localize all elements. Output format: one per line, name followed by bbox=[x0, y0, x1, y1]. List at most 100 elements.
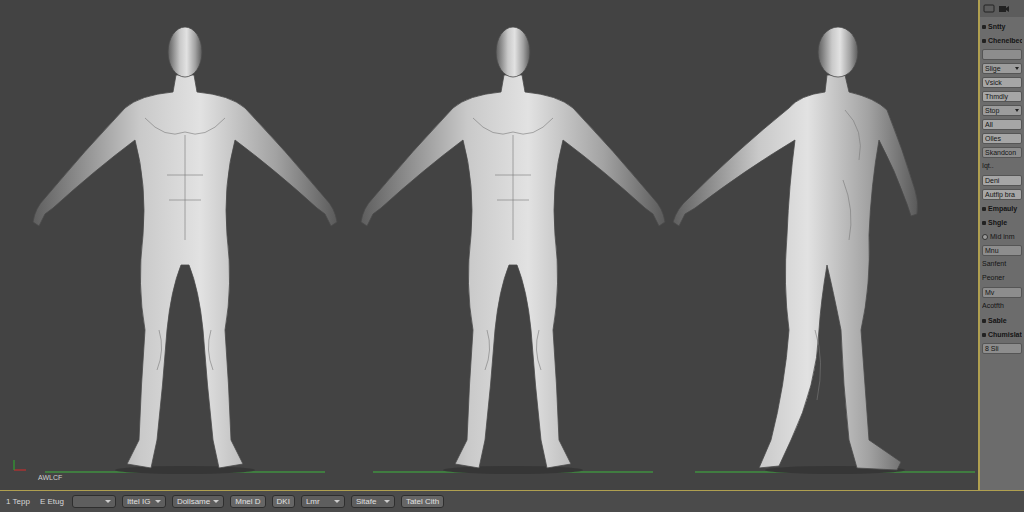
collapse-icon[interactable] bbox=[982, 221, 986, 225]
dropdown-arrow-icon[interactable] bbox=[384, 500, 390, 503]
header-button[interactable]: Mnel D bbox=[230, 495, 265, 508]
panel-text: Mnu bbox=[985, 247, 999, 254]
panel-toolbar bbox=[980, 0, 1024, 17]
scene bbox=[0, 0, 976, 490]
panel-button[interactable]: All bbox=[982, 119, 1022, 130]
panel-field[interactable]: Mnu bbox=[982, 245, 1022, 256]
panel-text: Peoner bbox=[982, 274, 1005, 281]
panel-text: All bbox=[985, 121, 993, 128]
panel-text: Autfip bra bbox=[985, 191, 1015, 198]
panel-label: Iqt.. bbox=[982, 161, 1022, 172]
panel-text: Chenelbec bbox=[988, 36, 1022, 45]
header-label: E Etug bbox=[38, 497, 66, 507]
header-text: Lmr bbox=[306, 497, 320, 507]
panel-section-header[interactable]: Empauly bbox=[982, 203, 1022, 214]
viewport[interactable]: AWLCF bbox=[0, 0, 978, 490]
header-dropdown[interactable] bbox=[72, 495, 116, 508]
panel-button[interactable]: Thmdly bbox=[982, 91, 1022, 102]
body-shape bbox=[33, 75, 337, 468]
header-dropdown[interactable]: Lmr bbox=[301, 495, 345, 508]
panel-field[interactable]: 8 Sli bbox=[982, 343, 1022, 354]
dropdown-arrow-icon[interactable] bbox=[1015, 109, 1019, 112]
panel-text: Shgle bbox=[988, 218, 1007, 227]
panel-dropdown[interactable]: Stop bbox=[982, 105, 1022, 116]
collapse-icon[interactable] bbox=[982, 207, 986, 211]
sculpt-figure bbox=[673, 27, 975, 474]
panel-button[interactable]: Vsick bbox=[982, 77, 1022, 88]
head-shape bbox=[818, 27, 858, 77]
header-text: Mnel D bbox=[235, 497, 260, 507]
header-text: E Etug bbox=[40, 497, 64, 506]
panel-button[interactable]: Olles bbox=[982, 133, 1022, 144]
header-text: Ittel IG bbox=[127, 497, 151, 507]
panel-items: Sntty Chenelbec Slige Vsick Thmdly Stop All Oll… bbox=[980, 17, 1024, 354]
panel-section-header[interactable]: Sntty bbox=[982, 21, 1022, 32]
panel-text: Sntty bbox=[988, 22, 1006, 31]
axis-label: AWLCF bbox=[38, 473, 62, 482]
properties-panel: Sntty Chenelbec Slige Vsick Thmdly Stop All Oll… bbox=[978, 0, 1024, 490]
camera-icon[interactable] bbox=[998, 4, 1010, 13]
dropdown-arrow-icon[interactable] bbox=[155, 500, 161, 503]
header-dropdown[interactable]: Sitafe bbox=[351, 495, 395, 508]
panel-text: Vsick bbox=[985, 79, 1002, 86]
panel-text: Empauly bbox=[988, 204, 1017, 213]
panel-text: 8 Sli bbox=[985, 345, 999, 352]
header-text: Tatel Cith bbox=[406, 497, 439, 507]
dropdown-arrow-icon[interactable] bbox=[105, 500, 111, 503]
panel-label: Peoner bbox=[982, 273, 1022, 284]
dropdown-arrow-icon[interactable] bbox=[334, 500, 340, 503]
body-shape bbox=[361, 75, 665, 468]
app-window: AWLCF Sntty Chenelbec Slige Vsick Thmdly Stop… bbox=[0, 0, 1024, 512]
panel-text: Sable bbox=[988, 316, 1007, 325]
header-text: Dollsame bbox=[177, 497, 210, 507]
sculpt-figure bbox=[361, 27, 665, 474]
panel-field[interactable]: Mv bbox=[982, 287, 1022, 298]
panel-section-header[interactable]: Shgle bbox=[982, 217, 1022, 228]
panel-label: Acotfth bbox=[982, 301, 1022, 312]
panel-text: Skandcon bbox=[985, 149, 1016, 156]
panel-text: Chumislat bbox=[988, 330, 1022, 339]
panel-button[interactable]: Autfip bra bbox=[982, 189, 1022, 200]
panel-text: Slige bbox=[985, 64, 1001, 73]
panel-dropdown[interactable]: Slige bbox=[982, 63, 1022, 74]
panel-button[interactable]: Deni bbox=[982, 175, 1022, 186]
panel-text: Acotfth bbox=[982, 302, 1004, 309]
header-label: 1 Tepp bbox=[4, 497, 32, 507]
panel-text: Mv bbox=[985, 289, 994, 296]
collapse-icon[interactable] bbox=[982, 25, 986, 29]
dropdown-arrow-icon[interactable] bbox=[213, 500, 219, 503]
checkbox-mark[interactable] bbox=[982, 234, 988, 240]
sculpt-figure bbox=[33, 27, 337, 474]
panel-section-header[interactable]: Chumislat bbox=[982, 329, 1022, 340]
head-shape bbox=[168, 27, 202, 77]
collapse-icon[interactable] bbox=[982, 333, 986, 337]
panel-text: Sanfent bbox=[982, 260, 1006, 267]
header-button[interactable]: Tatel Cith bbox=[401, 495, 444, 508]
head-shape bbox=[496, 27, 530, 77]
panel-text: Olles bbox=[985, 135, 1001, 142]
axis-gizmo-icon bbox=[14, 460, 26, 470]
panel-text: Stop bbox=[985, 106, 999, 115]
panel-text: Thmdly bbox=[985, 93, 1008, 100]
collapse-icon[interactable] bbox=[982, 319, 986, 323]
body-shape bbox=[673, 75, 918, 470]
header-text: Sitafe bbox=[356, 497, 376, 507]
header-button[interactable]: DKI bbox=[272, 495, 295, 508]
header-text: 1 Tepp bbox=[6, 497, 30, 506]
panel-text: Iqt.. bbox=[982, 162, 994, 169]
header-dropdown[interactable]: Ittel IG bbox=[122, 495, 166, 508]
header-dropdown[interactable]: Dollsame bbox=[172, 495, 224, 508]
panel-section-header[interactable]: Chenelbec bbox=[982, 35, 1022, 46]
panel-label: Sanfent bbox=[982, 259, 1022, 270]
view-icon[interactable] bbox=[983, 4, 995, 13]
panel-field[interactable] bbox=[982, 49, 1022, 60]
panel-field[interactable]: Skandcon bbox=[982, 147, 1022, 158]
collapse-icon[interactable] bbox=[982, 39, 986, 43]
header-bar: 1 Tepp E Etug Ittel IG Dollsame Mnel D DKI Lmr… bbox=[0, 490, 1024, 512]
header-text: DKI bbox=[277, 497, 290, 507]
panel-checkbox[interactable]: Mid inm bbox=[982, 231, 1022, 242]
panel-text: Deni bbox=[985, 177, 999, 184]
panel-text: Mid inm bbox=[990, 232, 1015, 241]
dropdown-arrow-icon[interactable] bbox=[1015, 67, 1019, 70]
panel-section-header[interactable]: Sable bbox=[982, 315, 1022, 326]
